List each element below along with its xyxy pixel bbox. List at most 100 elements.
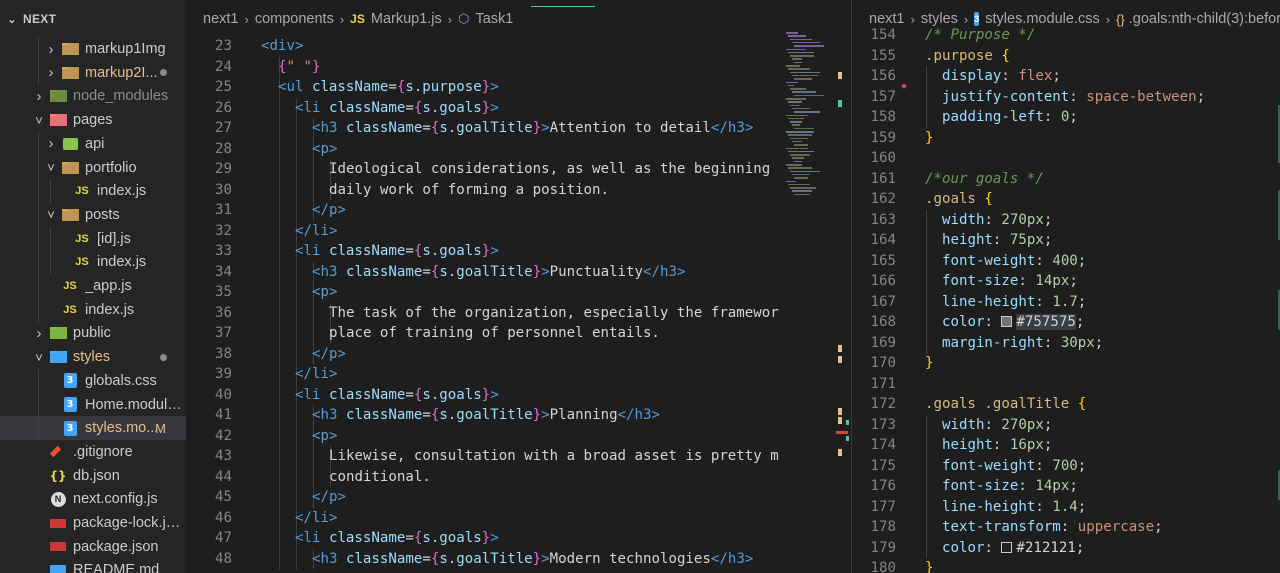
code-line[interactable]: <h3 className={s.goalTitle}>Punctuality<…	[261, 262, 779, 283]
explorer-item[interactable]: ˅ posts	[0, 202, 186, 227]
code-line[interactable]: font-weight: 700;	[925, 456, 1205, 477]
breadcrumb-item[interactable]: next1	[203, 11, 238, 27]
explorer-item[interactable]: JS [id].js	[0, 226, 186, 251]
code-line[interactable]: daily work of forming a position.	[261, 180, 779, 201]
breadcrumb-item[interactable]: components	[255, 11, 334, 27]
code-line[interactable]: display: flex;	[925, 66, 1205, 87]
code-line[interactable]: <h3 className={s.goalTitle}>Attention to…	[261, 118, 779, 139]
code-line[interactable]: }	[925, 128, 1205, 149]
explorer-item[interactable]: ˅ pages	[0, 108, 186, 132]
code-line[interactable]: <div>	[261, 36, 779, 57]
explorer-item[interactable]: JS index.js	[0, 179, 186, 204]
chevron-right-icon[interactable]: ›	[32, 325, 46, 342]
code-line[interactable]: /* Purpose */	[925, 25, 1205, 46]
breadcrumb-item[interactable]: Task1	[475, 11, 513, 27]
code-line[interactable]: <h3 className={s.goalTitle}>Planning</h3…	[261, 405, 779, 426]
chevron-down-icon[interactable]: ⌄	[5, 12, 19, 26]
code-line[interactable]: <p>	[261, 139, 779, 160]
explorer-item[interactable]: JS _app.js	[0, 274, 186, 298]
code-line[interactable]: <ul className={s.purpose}>	[261, 77, 779, 98]
code-line[interactable]: font-weight: 400;	[925, 251, 1205, 272]
code-line[interactable]: height: 16px;	[925, 435, 1205, 456]
code-line[interactable]: line-height: 1.4;	[925, 497, 1205, 518]
explorer-item[interactable]: › markup1Img	[0, 37, 186, 61]
code-line[interactable]: </li>	[261, 364, 779, 385]
code-line[interactable]: padding-left: 0;	[925, 107, 1205, 128]
chevron-down-icon[interactable]: ˅	[32, 113, 46, 128]
minimap[interactable]	[784, 32, 834, 207]
code-line[interactable]: </p>	[261, 344, 779, 365]
chevron-down-icon[interactable]: ˅	[44, 207, 58, 222]
code-line[interactable]: conditional.	[261, 467, 779, 488]
chevron-right-icon[interactable]: ›	[44, 41, 58, 58]
explorer-item[interactable]: {} db.json	[0, 464, 186, 488]
chevron-right-icon[interactable]: ›	[32, 88, 46, 105]
code-line[interactable]: color: #212121;	[925, 538, 1205, 559]
explorer-item[interactable]: 3 styles.mo... M	[0, 416, 186, 441]
code-line[interactable]: Ideological considerations, as well as t…	[261, 159, 779, 180]
line-number: 23	[215, 38, 232, 54]
editor-markup1[interactable]: next1 › components › JS Markup1.js › ⬡ T…	[186, 0, 851, 573]
code-line[interactable]: <li className={s.goals}>	[261, 98, 779, 119]
code-line[interactable]: line-height: 1.7;	[925, 292, 1205, 313]
editor-styles-css[interactable]: next1 › styles › 3 styles.module.css › {…	[852, 0, 1280, 573]
chevron-down-icon[interactable]: ˅	[44, 160, 58, 175]
code-line[interactable]: <h3 className={s.goalTitle}>Modern techn…	[261, 549, 779, 570]
line-number: 169	[870, 334, 896, 351]
explorer-item[interactable]: JS index.js	[0, 297, 186, 322]
explorer-item[interactable]: › api	[0, 131, 186, 156]
code-line[interactable]: font-size: 14px;	[925, 271, 1205, 292]
explorer-header[interactable]: ⌄ NEXT	[0, 0, 186, 38]
code-line[interactable]: The task of the organization, especially…	[261, 303, 779, 324]
editor-scrollbar[interactable]	[836, 38, 851, 573]
code-line[interactable]: /*our goals */	[925, 169, 1205, 190]
code-area[interactable]: <div> {" "} <ul className={s.purpose}> <li …	[261, 36, 779, 569]
explorer-item[interactable]: package.json	[0, 535, 186, 559]
breadcrumb-item[interactable]: Markup1.js	[371, 11, 442, 27]
chevron-right-icon[interactable]: ›	[44, 64, 58, 81]
code-line[interactable]	[925, 148, 1205, 169]
code-line[interactable]: .goals .goalTitle {	[925, 394, 1205, 415]
code-line[interactable]: </li>	[261, 508, 779, 529]
code-line[interactable]: <p>	[261, 282, 779, 303]
code-line[interactable]: .goals {	[925, 189, 1205, 210]
explorer-item[interactable]: ˅ styles	[0, 345, 186, 369]
code-line[interactable]: </li>	[261, 221, 779, 242]
code-line[interactable]: <li className={s.goals}>	[261, 385, 779, 406]
code-line[interactable]: {" "}	[261, 57, 779, 78]
code-line[interactable]: place of training of personnel entails.	[261, 323, 779, 344]
code-line[interactable]: Likewise, consultation with a broad asse…	[261, 446, 779, 467]
code-line[interactable]: color: #757575;	[925, 312, 1205, 333]
explorer-item[interactable]: ˅ portfolio	[0, 155, 186, 180]
code-line[interactable]: height: 75px;	[925, 230, 1205, 251]
code-line[interactable]: }	[925, 353, 1205, 374]
explorer-item[interactable]: 3 Home.module...	[0, 392, 186, 417]
code-line[interactable]: <p>	[261, 426, 779, 447]
explorer-item[interactable]: README.md	[0, 558, 186, 573]
code-line[interactable]: <li className={s.goals}>	[261, 241, 779, 262]
explorer-item[interactable]: 3 globals.css	[0, 368, 186, 393]
code-line[interactable]: }	[925, 558, 1205, 573]
explorer-item[interactable]: › public	[0, 321, 186, 345]
code-area[interactable]: /* Purpose */.purpose {display: flex; jus…	[925, 25, 1205, 573]
code-line[interactable]: .purpose {	[925, 46, 1205, 67]
code-line[interactable]: </p>	[261, 200, 779, 221]
explorer-item[interactable]: package-lock.json	[0, 511, 186, 535]
code-line[interactable]: width: 270px;	[925, 415, 1205, 436]
breakpoint-marker-icon[interactable]	[901, 83, 907, 89]
code-line[interactable]: justify-content: space-between;	[925, 87, 1205, 108]
code-line[interactable]: </p>	[261, 487, 779, 508]
code-line[interactable]: text-transform: uppercase;	[925, 517, 1205, 538]
explorer-item[interactable]: JS index.js	[0, 250, 186, 275]
chevron-down-icon[interactable]: ˅	[32, 350, 46, 365]
code-line[interactable]: font-size: 14px;	[925, 476, 1205, 497]
code-line[interactable]: margin-right: 30px;	[925, 333, 1205, 354]
code-line[interactable]: <li className={s.goals}>	[261, 528, 779, 549]
explorer-item[interactable]: Nnext.config.js	[0, 487, 186, 511]
explorer-item[interactable]: › node_modules	[0, 84, 186, 108]
code-line[interactable]	[925, 374, 1205, 395]
chevron-right-icon[interactable]: ›	[44, 135, 58, 152]
explorer-item[interactable]: .gitignore	[0, 440, 186, 464]
code-line[interactable]: width: 270px;	[925, 210, 1205, 231]
explorer-item[interactable]: › markup2I...	[0, 60, 186, 85]
